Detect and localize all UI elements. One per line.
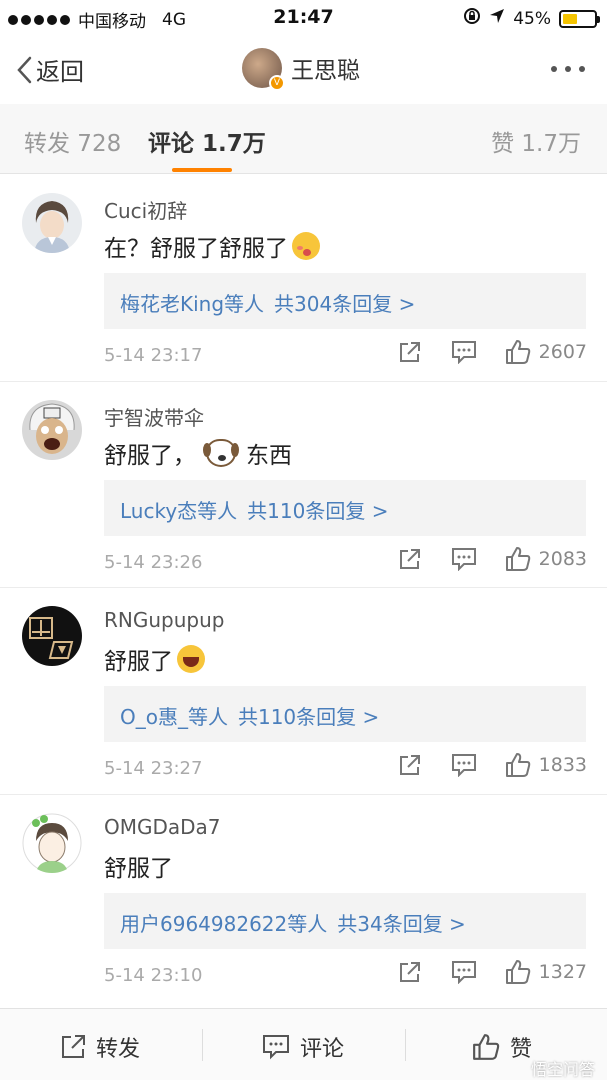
reply-icon[interactable] [451,752,477,778]
thumbs-up-icon[interactable] [505,959,531,985]
share-icon[interactable] [397,339,423,365]
comment-text: 舒服了， 东西 [104,436,292,470]
blush-face-icon [292,232,320,260]
comment-username[interactable]: 宇智波带伞 [104,402,204,431]
comment-icon [263,1035,289,1060]
thumbs-up-icon [473,1034,500,1060]
tab-bar: 转发 728 评论 1.7万 赞 1.7万 [0,104,607,174]
reply-summary[interactable]: 用户6964982622等人 共34条回复 > [104,892,586,949]
comment-actions: 1327 [369,959,587,985]
laughing-face-icon [177,645,205,673]
location-arrow-icon [489,8,505,29]
thumbs-up-icon[interactable] [505,546,531,572]
comment-actions: 2607 [369,339,587,365]
comment-list: Cuci初辞 在？舒服了舒服了 梅花老King等人 共304条回复 > 5-14 … [0,175,607,1001]
thumbs-up-icon[interactable] [505,339,531,365]
like-button[interactable]: 赞 [472,1031,532,1063]
divider [405,1029,406,1061]
avatar: V [242,48,285,91]
comment-username[interactable]: RNGupupup [104,608,224,632]
avatar[interactable] [22,606,82,666]
tab-repost[interactable]: 转发 728 [24,124,121,158]
comment-body: 在？舒服了舒服了 [104,236,288,262]
like-label: 赞 [510,1037,533,1062]
reply-icon[interactable] [451,959,477,985]
reply-count: 共110条回复 > [247,498,389,523]
reply-count: 共110条回复 > [237,705,380,729]
comment-text: 舒服了 [104,642,205,676]
tab-likes[interactable]: 赞 1.7万 [491,124,581,158]
avatar[interactable] [22,812,82,873]
comment-actions: 2083 [369,546,587,572]
battery-percent: 45% [513,8,551,29]
chevron-left-icon [17,56,32,83]
dog-face-icon [203,438,236,467]
comment-username[interactable]: Cuci初辞 [104,195,187,224]
reply-count: 共304条回复 > [274,292,416,316]
reply-icon[interactable] [451,546,477,572]
tab-indicator [172,168,232,172]
like-count: 2083 [538,547,587,570]
page-title: 王思聪 [291,58,360,84]
share-icon[interactable] [397,752,423,778]
comment-item: RNGupupup 舒服了 O_o惠_等人 共110条回复 > 5-14 23:2… [0,588,607,795]
reply-summary[interactable]: O_o惠_等人 共110条回复 > [104,686,586,742]
verified-badge-icon: V [269,75,285,91]
status-right: 45% [463,7,600,30]
comment-item: OMGDaDa7 舒服了 用户6964982622等人 共34条回复 > 5-14… [0,795,607,1002]
reply-icon[interactable] [451,339,477,365]
comment-item: Cuci初辞 在？舒服了舒服了 梅花老King等人 共304条回复 > 5-14 … [0,175,607,382]
watermark: 悟空问答 [530,1060,595,1079]
reply-users: 梅花老King等人 [120,292,265,316]
nav-bar: 返回 V 王思聪 [0,36,607,102]
more-options-button[interactable] [551,66,585,72]
share-icon[interactable] [397,546,423,572]
comment-text: 在？舒服了舒服了 [104,229,320,263]
comment-body: 舒服了， [104,442,196,469]
share-icon[interactable] [397,959,423,985]
reply-users: Lucky态等人 [120,498,238,523]
reply-summary[interactable]: Lucky态等人 共110条回复 > [104,479,586,536]
avatar[interactable] [22,193,82,253]
repost-icon [62,1035,85,1058]
repost-label: 转发 [96,1037,141,1062]
battery-icon [559,9,600,28]
like-count: 2607 [538,341,587,363]
reply-users: 用户6964982622等人 [120,911,328,936]
reply-users: O_o惠_等人 [120,705,228,729]
comment-text: 舒服了 [104,849,173,883]
tab-comments[interactable]: 评论 1.7万 [148,124,266,158]
comment-button[interactable]: 评论 [262,1031,344,1063]
back-label: 返回 [36,58,84,86]
comment-time: 5-14 23:17 [104,345,203,366]
comment-time: 5-14 23:27 [104,758,203,779]
rotation-lock-icon [463,7,481,30]
reply-summary[interactable]: 梅花老King等人 共304条回复 > [104,273,586,329]
comment-label: 评论 [300,1037,345,1062]
comment-item: 宇智波带伞 舒服了， 东西 Lucky态等人 共110条回复 > 5-14 23:… [0,382,607,588]
like-count: 1327 [538,960,587,983]
status-bar: 中国移动 4G 21:47 45% [0,0,607,36]
comment-body: 舒服了 [104,649,173,675]
repost-button[interactable]: 转发 [60,1031,140,1063]
avatar[interactable] [22,399,82,460]
comment-time: 5-14 23:10 [104,964,203,986]
comment-body-suffix: 东西 [246,442,292,469]
reply-count: 共34条回复 > [337,911,466,936]
battery-fill [563,13,577,24]
bottom-action-bar: 转发 评论 赞 [0,1008,607,1080]
comment-actions: 1833 [369,752,587,778]
like-count: 1833 [538,754,587,776]
divider [202,1029,203,1061]
comment-username[interactable]: OMGDaDa7 [104,815,221,839]
back-button[interactable]: 返回 [16,52,84,87]
profile-header[interactable]: V 王思聪 [242,48,360,91]
comment-body: 舒服了 [104,855,173,882]
comment-time: 5-14 23:26 [104,551,203,573]
thumbs-up-icon[interactable] [505,752,531,778]
